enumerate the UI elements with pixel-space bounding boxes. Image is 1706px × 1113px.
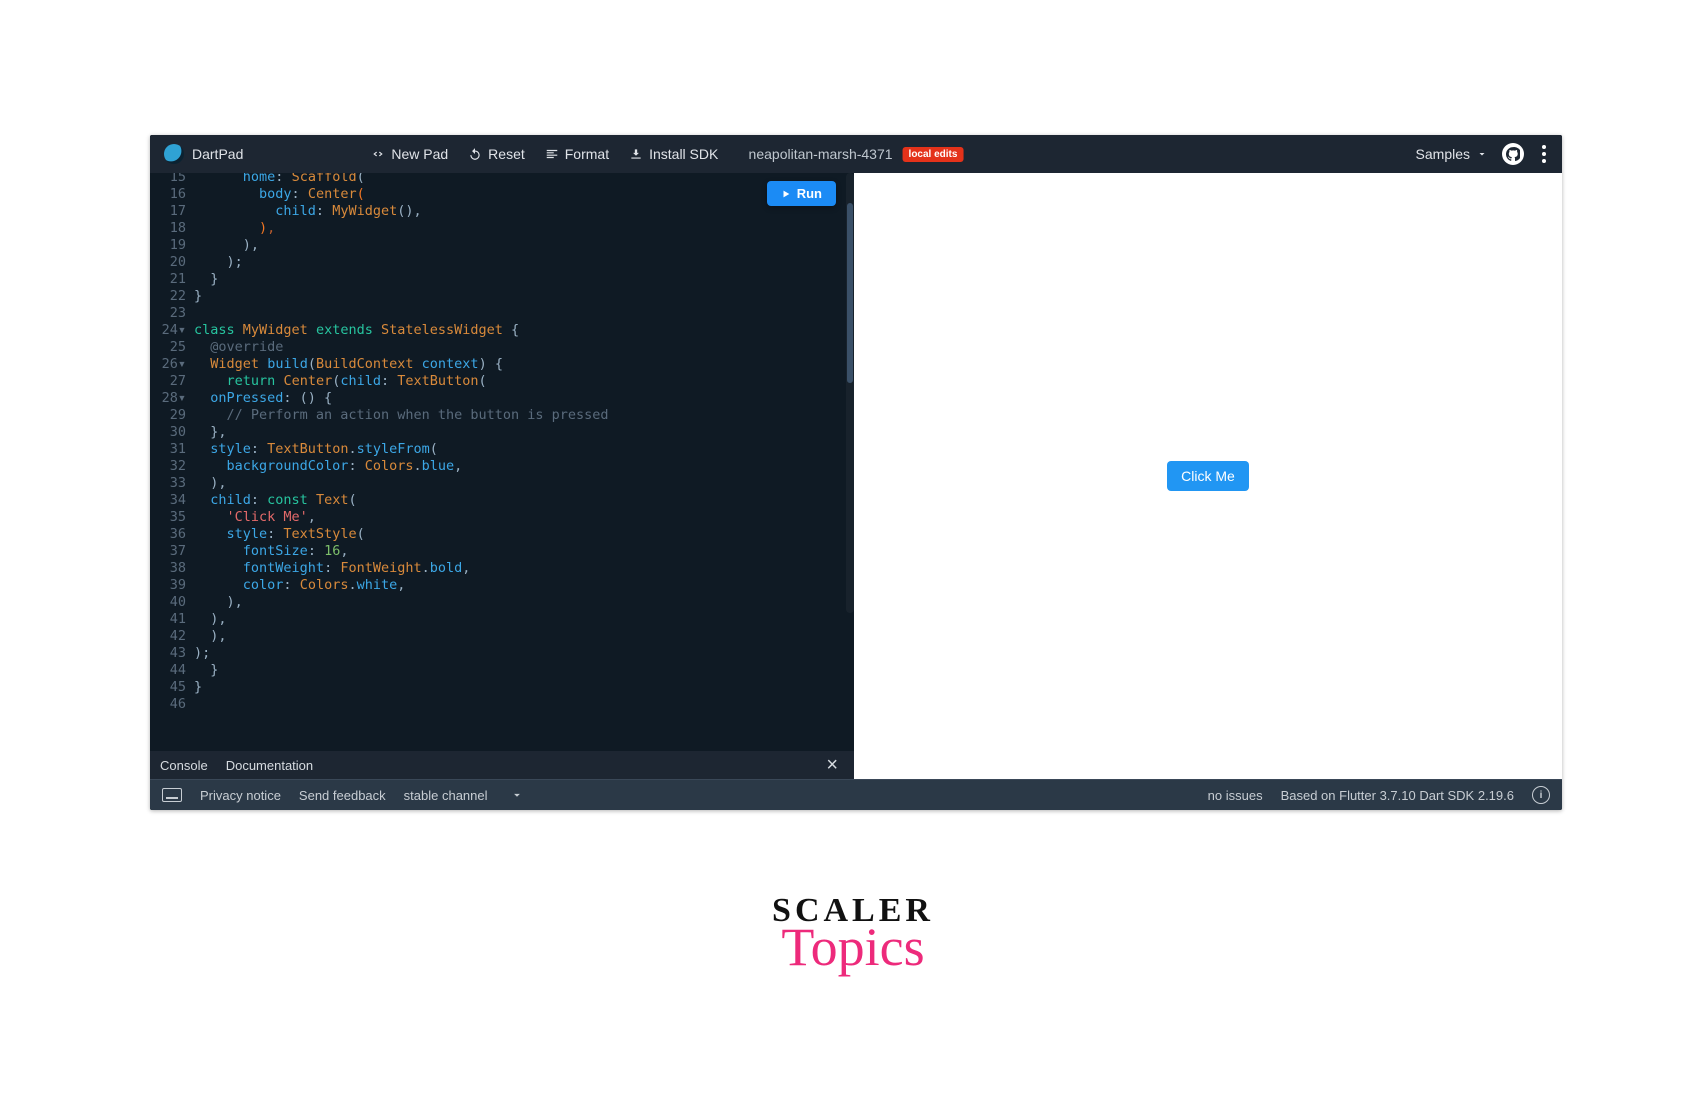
- chevron-down-icon: [1476, 148, 1488, 160]
- new-pad-button[interactable]: New Pad: [367, 142, 452, 166]
- project-name: neapolitan-marsh-4371: [749, 146, 893, 162]
- close-panel-button[interactable]: ×: [820, 755, 844, 775]
- toolbar: New Pad Reset Format Install SDK: [367, 142, 722, 166]
- click-me-button[interactable]: Click Me: [1167, 461, 1249, 491]
- channel-label: stable channel: [404, 788, 488, 803]
- reset-label: Reset: [488, 146, 525, 162]
- local-edits-badge: local edits: [903, 147, 964, 162]
- keyboard-icon[interactable]: [162, 788, 182, 802]
- scaler-logo: SCALER Topics: [772, 892, 934, 978]
- format-icon: [545, 147, 559, 161]
- topbar: DartPad New Pad Reset Format Install SD: [150, 135, 1562, 173]
- code-icon: [371, 147, 385, 161]
- preview-pane: Click Me: [854, 173, 1562, 779]
- editor-pane: Run 15161718192021222324▾2526▾2728▾29303…: [150, 173, 854, 779]
- brand-name: DartPad: [192, 146, 243, 162]
- install-sdk-label: Install SDK: [649, 146, 718, 162]
- reset-icon: [468, 147, 482, 161]
- feedback-link[interactable]: Send feedback: [299, 788, 386, 803]
- channel-select[interactable]: stable channel: [404, 788, 524, 803]
- status-bar: Privacy notice Send feedback stable chan…: [150, 779, 1562, 810]
- scaler-line2: Topics: [772, 916, 934, 978]
- code-editor[interactable]: Run 15161718192021222324▾2526▾2728▾29303…: [150, 173, 854, 751]
- github-button[interactable]: [1502, 143, 1524, 165]
- tab-console[interactable]: Console: [160, 758, 208, 773]
- scrollbar[interactable]: [846, 173, 854, 613]
- code-body[interactable]: home: Scaffold( body: Center( child: MyW…: [194, 173, 848, 713]
- tab-documentation[interactable]: Documentation: [226, 758, 313, 773]
- new-pad-label: New Pad: [391, 146, 448, 162]
- samples-label: Samples: [1416, 146, 1470, 162]
- chevron-down-icon: [510, 788, 524, 802]
- install-sdk-button[interactable]: Install SDK: [625, 142, 722, 166]
- info-icon[interactable]: i: [1532, 786, 1550, 804]
- project-info: neapolitan-marsh-4371 local edits: [749, 146, 964, 162]
- download-icon: [629, 147, 643, 161]
- format-label: Format: [565, 146, 609, 162]
- github-icon: [1506, 147, 1520, 161]
- issues-label: no issues: [1208, 788, 1263, 803]
- format-button[interactable]: Format: [541, 142, 613, 166]
- dartpad-app: DartPad New Pad Reset Format Install SD: [150, 135, 1562, 810]
- dart-logo-icon: [164, 144, 184, 164]
- samples-dropdown[interactable]: Samples: [1416, 146, 1488, 162]
- reset-button[interactable]: Reset: [464, 142, 529, 166]
- brand: DartPad: [150, 144, 257, 164]
- privacy-link[interactable]: Privacy notice: [200, 788, 281, 803]
- more-menu-button[interactable]: [1538, 141, 1550, 167]
- sdk-label: Based on Flutter 3.7.10 Dart SDK 2.19.6: [1281, 788, 1514, 803]
- bottom-tabs: Console Documentation ×: [150, 751, 854, 779]
